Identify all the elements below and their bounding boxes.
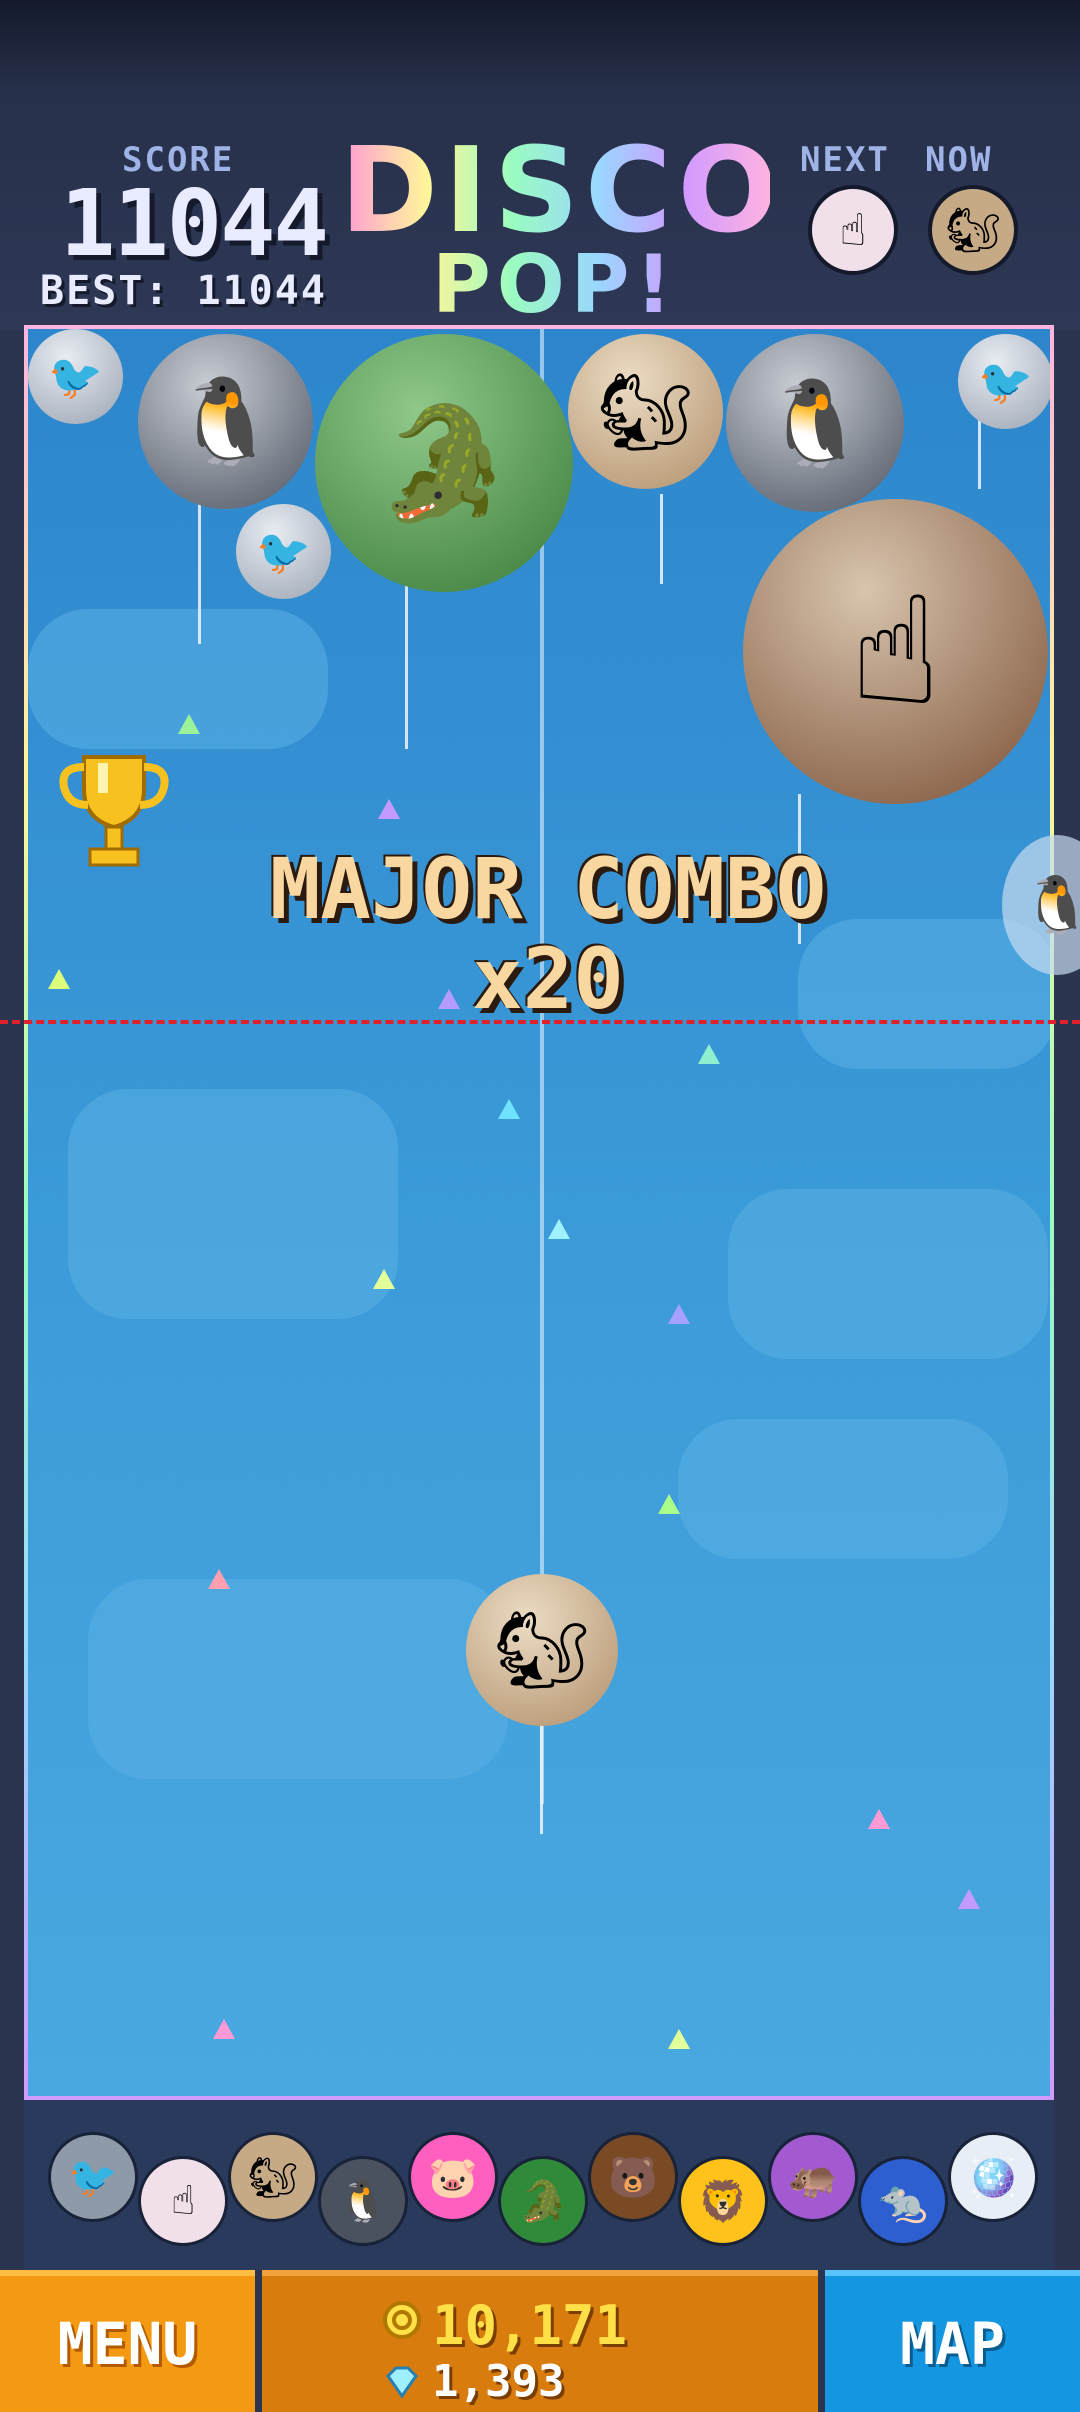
- lion-icon: 🦁: [698, 2178, 748, 2225]
- confetti-piece: [48, 969, 70, 989]
- cloud: [678, 1419, 1008, 1559]
- map-button[interactable]: MAP: [825, 2270, 1080, 2412]
- confetti-piece: [868, 1809, 890, 1829]
- collection-item-disco-ball[interactable]: 🪩: [948, 2132, 1038, 2222]
- top-hud: SCORE 11044 BEST: 11044 DISCO POP! NEXT …: [0, 0, 1080, 330]
- collection-item-penguin[interactable]: 🐧: [318, 2156, 408, 2246]
- balloon: 🐦: [236, 504, 331, 599]
- confetti-piece: [378, 799, 400, 819]
- squirrel-icon: 🐿: [945, 205, 1001, 256]
- confetti-piece: [178, 714, 200, 734]
- confetti-piece: [438, 989, 460, 1009]
- player-balloon[interactable]: 🐿: [466, 1574, 618, 1726]
- confetti-piece: [958, 1889, 980, 1909]
- confetti-piece: [213, 2019, 235, 2039]
- balloon: 🐧: [138, 334, 313, 509]
- coin-balance: 10,171: [383, 2294, 628, 2357]
- confetti-piece: [373, 1269, 395, 1289]
- confetti-piece: [668, 1304, 690, 1324]
- coin-icon: [383, 2301, 421, 2339]
- logo-title-line1: DISCO: [340, 121, 784, 259]
- confetti-piece: [658, 1494, 680, 1514]
- crocodile-icon: 🐊: [518, 2178, 568, 2225]
- balloon-string: [405, 569, 408, 749]
- next-label: NEXT: [800, 140, 890, 180]
- bear-icon: 🐻: [608, 2154, 658, 2201]
- confetti-piece: [548, 1219, 570, 1239]
- gem-balance: 1,393: [386, 2356, 565, 2407]
- cloud: [88, 1579, 508, 1779]
- squirrel-icon: 🐿: [247, 2154, 299, 2201]
- menu-button[interactable]: MENU: [0, 2270, 255, 2412]
- balloon-string: [540, 1724, 543, 1834]
- cloud: [68, 1089, 398, 1319]
- diamond-icon: [386, 2366, 418, 2399]
- confetti-piece: [208, 1569, 230, 1589]
- pigeon-icon: 🐦: [68, 2154, 118, 2201]
- balloon: 🐦: [28, 329, 123, 424]
- play-field[interactable]: 🐦 🐧 🐊 🐿 🐧 🐦 ☝ 🐦 🐿 MAJOR COMBO x20: [24, 325, 1054, 2100]
- penguin-icon: 🐧: [173, 372, 278, 470]
- pigeon-icon: 🐦: [256, 526, 311, 578]
- confetti-piece: [698, 1044, 720, 1064]
- penguin-icon: 🐧: [338, 2178, 388, 2225]
- disco-ball-icon: 🪩: [968, 2154, 1018, 2201]
- cloud: [728, 1189, 1048, 1359]
- balloon-string: [978, 419, 981, 489]
- best-score: BEST: 11044: [40, 268, 327, 314]
- combo-title: MAJOR COMBO: [269, 840, 827, 938]
- pigeon-icon: 🐦: [978, 356, 1033, 408]
- cursor-hand-icon: ☝: [839, 204, 867, 256]
- collection-item-cursor[interactable]: ☝: [138, 2156, 228, 2246]
- squirrel-icon: 🐿: [597, 366, 694, 456]
- cursor-hand-icon: ☝: [850, 564, 941, 739]
- collection-item-crocodile[interactable]: 🐊: [498, 2156, 588, 2246]
- balloon: ☝: [743, 499, 1048, 804]
- balloon: 🐊: [315, 334, 573, 592]
- collection-item-bear[interactable]: 🐻: [588, 2132, 678, 2222]
- penguin-icon: 🐧: [1022, 873, 1080, 938]
- balloon: 🐿: [568, 334, 723, 489]
- collection-item-pig[interactable]: 🐷: [408, 2132, 498, 2222]
- collection-item-lion[interactable]: 🦁: [678, 2156, 768, 2246]
- next-balloon-preview: ☝: [808, 185, 898, 275]
- balloon: 🐦: [958, 334, 1050, 429]
- balloon: 🐧: [726, 334, 904, 512]
- cursor-hand-icon: ☝: [170, 2178, 196, 2224]
- mole-icon: 🐀: [878, 2178, 928, 2225]
- currency-panel[interactable]: 10,171 1,393: [262, 2270, 818, 2412]
- confetti-piece: [668, 2029, 690, 2049]
- pigeon-icon: 🐦: [48, 351, 103, 403]
- balloon-collection-bar: 🐦 ☝ 🐿 🐧 🐷 🐊 🐻 🦁 🦛 🐀 🪩: [24, 2100, 1054, 2270]
- collection-item-squirrel[interactable]: 🐿: [228, 2132, 318, 2222]
- score-value: 11044: [60, 170, 329, 277]
- now-label: NOW: [925, 140, 993, 180]
- collection-item-mole[interactable]: 🐀: [858, 2156, 948, 2246]
- balloon-string: [660, 494, 663, 584]
- danger-line: [0, 1020, 1080, 1024]
- coin-amount: 10,171: [432, 2294, 628, 2357]
- now-balloon-preview: 🐿: [928, 185, 1018, 275]
- squirrel-icon: 🐿: [493, 1605, 591, 1694]
- collection-item-hippo[interactable]: 🦛: [768, 2132, 858, 2222]
- combo-banner: MAJOR COMBO x20: [228, 844, 868, 1024]
- penguin-icon: 🐧: [762, 373, 868, 472]
- pig-icon: 🐷: [428, 2154, 478, 2201]
- confetti-piece: [498, 1099, 520, 1119]
- gem-amount: 1,393: [432, 2356, 565, 2407]
- balloon-string: [198, 504, 201, 644]
- crocodile-icon: 🐊: [375, 398, 513, 527]
- trophy-icon: [59, 755, 169, 867]
- combo-multiplier: x20: [472, 930, 624, 1028]
- collection-item-pigeon[interactable]: 🐦: [48, 2132, 138, 2222]
- bottom-bar: MENU 10,171 1,393 MAP: [0, 2270, 1080, 2412]
- game-logo: DISCO POP!: [340, 135, 770, 325]
- hippo-icon: 🦛: [788, 2154, 838, 2201]
